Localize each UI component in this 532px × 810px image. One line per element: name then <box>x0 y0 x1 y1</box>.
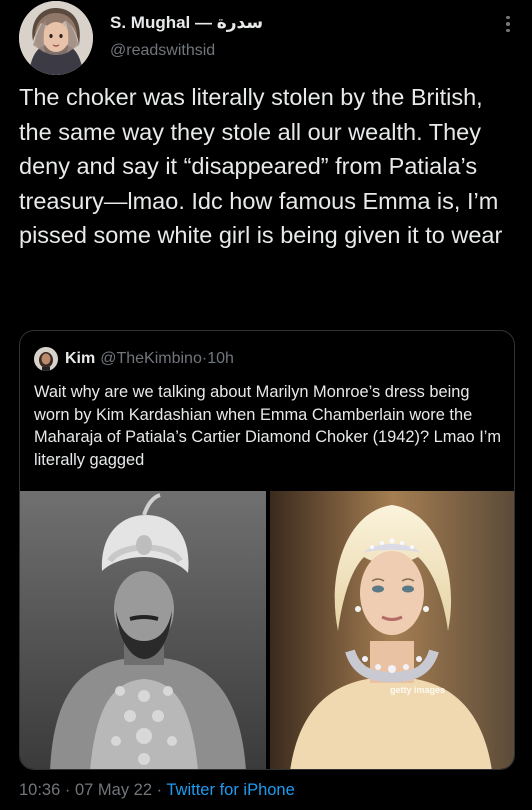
tweet-time[interactable]: 10:36 <box>19 781 60 799</box>
tweet-text: The choker was literally stolen by the B… <box>19 84 503 249</box>
quoted-avatar-image <box>34 347 58 371</box>
footer-separator: · <box>60 781 75 799</box>
author-handle[interactable]: @readswithsid <box>110 42 215 60</box>
tweet-date[interactable]: 07 May 22 <box>75 781 152 799</box>
quoted-author-handle: @TheKimbino <box>100 350 202 367</box>
author-name-row[interactable]: S. Mughal — سدرة <box>110 13 263 33</box>
avatar[interactable] <box>19 1 93 75</box>
getty-watermark: getty images <box>390 685 445 695</box>
quoted-tweet-text: Wait why are we talking about Marilyn Mo… <box>34 383 502 469</box>
quoted-media[interactable]: getty images <box>20 491 515 770</box>
more-options-icon[interactable] <box>499 12 517 36</box>
tweet-source-link[interactable]: Twitter for iPhone <box>166 781 294 799</box>
tweet-footer: 10:36 · 07 May 22 · Twitter for iPhone <box>19 781 295 800</box>
quoted-tweet[interactable]: Kim @TheKimbino · 10h Wait why are we ta… <box>19 330 515 770</box>
maharaja-photo[interactable] <box>20 491 266 770</box>
tweet-header: S. Mughal — سدرة @readswithsid <box>19 0 519 78</box>
quoted-tweet-header: Kim @TheKimbino · 10h <box>34 347 234 371</box>
emma-photo[interactable]: getty images <box>270 491 515 770</box>
quoted-timestamp: 10h <box>207 350 234 367</box>
author-display-name[interactable]: S. Mughal — سدرة <box>110 13 263 33</box>
avatar-image <box>19 1 93 75</box>
footer-separator: · <box>152 781 167 799</box>
quoted-avatar <box>34 347 58 371</box>
quoted-author-name: Kim <box>65 350 96 367</box>
